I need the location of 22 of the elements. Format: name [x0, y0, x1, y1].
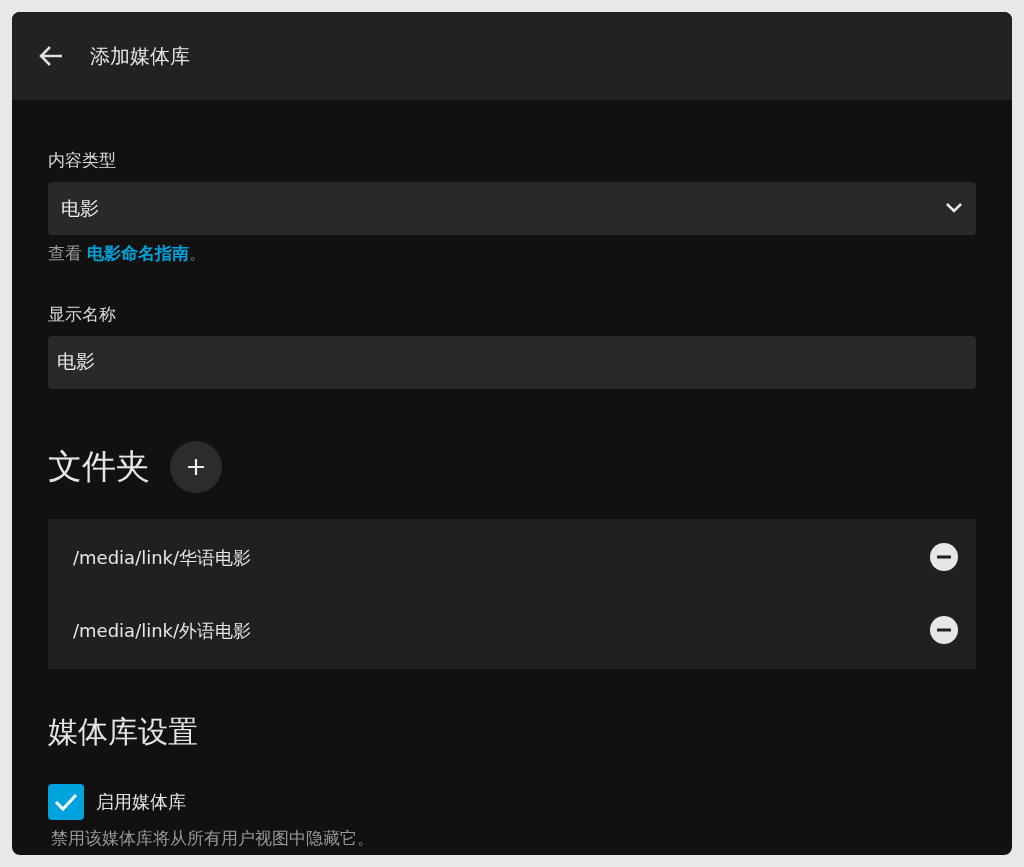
content-type-dropdown[interactable]: 电影 — [48, 181, 976, 235]
chevron-down-icon — [945, 202, 963, 214]
folder-path: /media/link/外语电影 — [73, 618, 252, 643]
remove-icon[interactable] — [930, 616, 958, 644]
hint-suffix: 。 — [189, 241, 207, 265]
hint-text: 查看 — [48, 241, 83, 265]
display-name-field[interactable]: 电影 — [48, 335, 976, 389]
page-title: 添加媒体库 — [90, 43, 190, 70]
field-label: 内容类型 — [48, 149, 117, 172]
enable-checkbox[interactable] — [48, 783, 84, 820]
checkbox-hint: 禁用该媒体库将从所有用户视图中隐藏它。 — [51, 826, 375, 850]
field-label: 显示名称 — [48, 303, 117, 326]
checkbox-label: 启用媒体库 — [96, 790, 186, 814]
remove-icon[interactable] — [930, 543, 958, 571]
section-title: 文件夹 — [48, 445, 150, 488]
naming-guide-link[interactable]: 电影命名指南 — [87, 240, 190, 266]
plus-icon — [187, 457, 205, 476]
section-title: 媒体库设置 — [48, 712, 199, 751]
folder-path: /media/link/华语电影 — [73, 545, 252, 570]
checkmark-icon — [54, 791, 78, 812]
back-icon[interactable] — [38, 45, 64, 67]
add-folder-button[interactable] — [170, 440, 222, 493]
